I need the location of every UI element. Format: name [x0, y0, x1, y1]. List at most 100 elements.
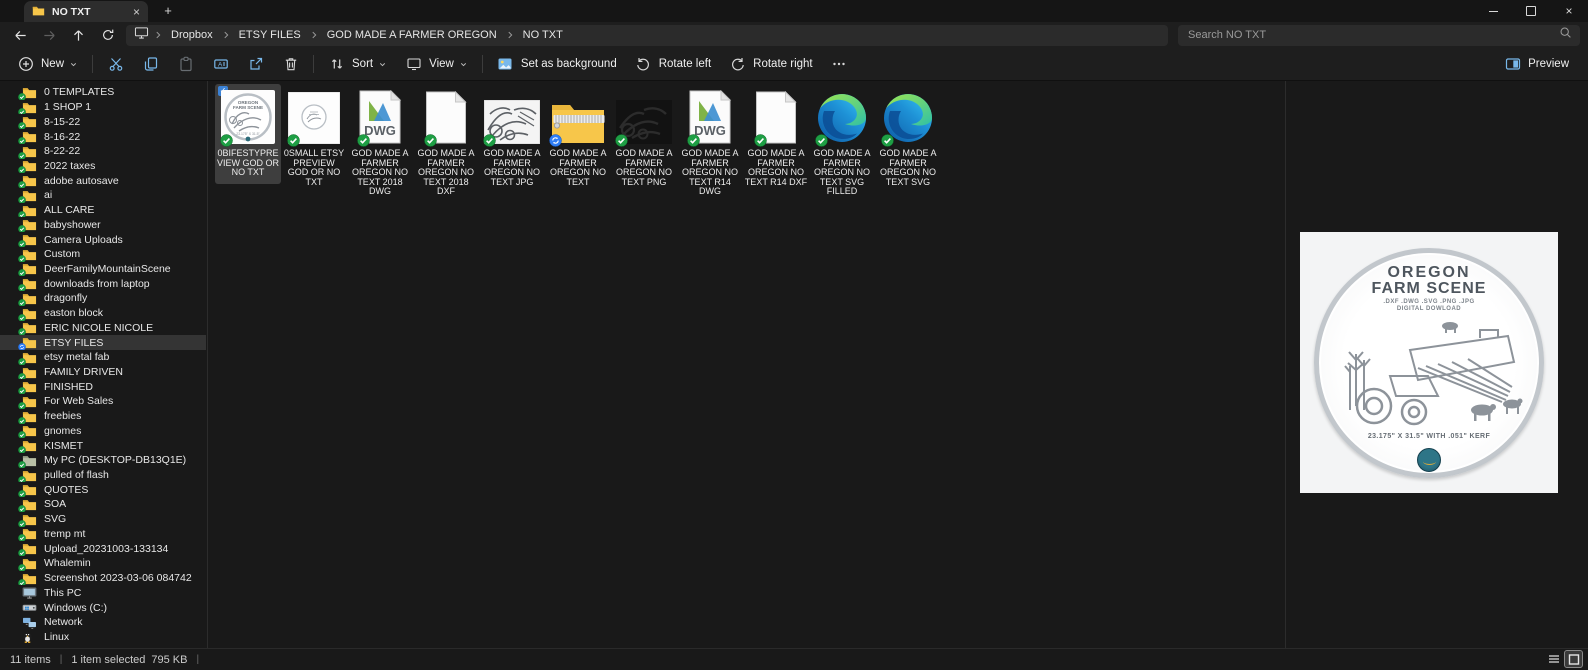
sidebar-item-babyshower[interactable]: babyshower [0, 217, 206, 233]
file-item-god-made-a-farmer-oregon-no-text-png[interactable]: GOD MADE A FARMER OREGON NO TEXT PNG [611, 84, 677, 193]
sidebar-item-etsy-metal-fab[interactable]: etsy metal fab [0, 350, 206, 365]
file-item-god-made-a-farmer-oregon-no-text-svg-filled[interactable]: GOD MADE A FARMER OREGON NO TEXT SVG FIL… [809, 84, 875, 203]
copy-button[interactable] [133, 51, 168, 77]
sidebar-item-ai[interactable]: ai [0, 188, 206, 203]
breadcrumb-segment-no-txt[interactable]: NO TXT [517, 28, 569, 42]
file-item-god-made-a-farmer-oregon-no-text-svg[interactable]: GOD MADE A FARMER OREGON NO TEXT SVG [875, 84, 941, 193]
sidebar-item-8-16-22[interactable]: 8-16-22 [0, 129, 206, 144]
file-item-god-made-a-farmer-oregon-no-text-2018-dwg[interactable]: DWG GOD MADE A FARMER OREGON NO TEXT 2018… [347, 84, 413, 203]
rename-button[interactable]: A [203, 51, 238, 77]
more-options-button[interactable] [822, 51, 857, 77]
sidebar-item-0-templates[interactable]: 0 TEMPLATES [0, 85, 206, 100]
preview-toggle-button[interactable]: Preview [1495, 51, 1578, 77]
sidebar-item-etsy-files[interactable]: ETSY FILES [0, 335, 206, 350]
sidebar-item-gnomes[interactable]: gnomes [0, 424, 206, 439]
file-item-god-made-a-farmer-oregon-no-text-2018-dxf[interactable]: GOD MADE A FARMER OREGON NO TEXT 2018 DX… [413, 84, 479, 203]
rotate-left-button[interactable]: Rotate left [626, 51, 720, 77]
sidebar-item-upload-20231003-133134[interactable]: Upload_20231003-133134 [0, 541, 206, 556]
breadcrumb-chevron-icon[interactable] [153, 30, 163, 40]
sidebar-item-family-driven[interactable]: FAMILY DRIVEN [0, 365, 206, 380]
sidebar-item-8-22-22[interactable]: 8-22-22 [0, 144, 206, 159]
cut-button[interactable] [98, 51, 133, 77]
new-button[interactable]: New [8, 51, 87, 77]
file-item-god-made-a-farmer-oregon-no-text-r14-dxf[interactable]: GOD MADE A FARMER OREGON NO TEXT R14 DXF [743, 84, 809, 193]
rotate-right-button[interactable]: Rotate right [720, 51, 821, 77]
sidebar-item-quotes[interactable]: QUOTES [0, 482, 206, 498]
sidebar-item-dragonfly[interactable]: dragonfly [0, 291, 206, 306]
up-button[interactable] [64, 24, 93, 46]
file-item-god-made-a-farmer-oregon-no-text[interactable]: GOD MADE A FARMER OREGON NO TEXT [545, 84, 611, 193]
maximize-button[interactable] [1512, 0, 1550, 22]
breadcrumb-chevron-icon[interactable] [221, 30, 231, 40]
sidebar-item-my-pc-desktop-db13q1e[interactable]: My PC (DESKTOP-DB13Q1E) [0, 453, 206, 468]
new-tab-button[interactable]: + [160, 3, 176, 19]
breadcrumb-segment-dropbox[interactable]: Dropbox [165, 28, 219, 42]
file-item-0small-etsy-preview-god-or-no-txt[interactable]: 0SMALL ETSY PREVIEW GOD OR NO TXT [281, 84, 347, 193]
view-button[interactable]: View [396, 51, 477, 77]
details-view-toggle[interactable] [1545, 651, 1562, 667]
synced-badge-icon [18, 313, 26, 321]
minimize-button[interactable] [1474, 0, 1512, 22]
sidebar-item-kismet[interactable]: KISMET [0, 438, 206, 453]
explorer-tab[interactable]: NO TXT × [24, 1, 148, 22]
file-item-god-made-a-farmer-oregon-no-text-r14-dwg[interactable]: DWG GOD MADE A FARMER OREGON NO TEXT R14 … [677, 84, 743, 203]
close-button[interactable]: × [1550, 0, 1588, 22]
file-item-god-made-a-farmer-oregon-no-text-jpg[interactable]: GOD MADE A FARMER OREGON NO TEXT JPG [479, 84, 545, 193]
sidebar-item-deerfamilymountainscene[interactable]: DeerFamilyMountainScene [0, 262, 206, 277]
sidebar-item-label: DeerFamilyMountainScene [44, 262, 171, 275]
synced-badge-icon [18, 93, 26, 100]
sidebar-item-pulled-of-flash[interactable]: pulled of flash [0, 468, 206, 483]
sidebar-item-network[interactable]: Network [0, 615, 206, 630]
sidebar-item-soa[interactable]: SOA [0, 497, 206, 512]
search-icon[interactable] [1559, 26, 1572, 44]
sidebar-item-tremp-mt[interactable]: tremp mt [0, 527, 206, 542]
sidebar-item-camera-uploads[interactable]: Camera Uploads [0, 232, 206, 247]
delete-button[interactable] [273, 51, 308, 77]
folder-icon [18, 483, 37, 498]
share-button[interactable] [238, 51, 273, 77]
large-thumbnails-view-toggle[interactable] [1564, 650, 1583, 668]
sidebar-item-for-web-sales[interactable]: For Web Sales [0, 394, 206, 409]
sidebar-item-freebies[interactable]: freebies [0, 409, 206, 424]
sidebar-item-adobe-autosave[interactable]: adobe autosave [0, 173, 206, 189]
sidebar-item-label: KISMET [44, 439, 84, 452]
synced-badge-icon [18, 475, 26, 483]
sidebar-item-whalemin[interactable]: Whalemin [0, 556, 206, 571]
breadcrumb-chevron-icon[interactable] [505, 30, 515, 40]
breadcrumb-chevron-icon[interactable] [309, 30, 319, 40]
forward-button[interactable] [35, 24, 64, 46]
sidebar-item-easton-block[interactable]: easton block [0, 306, 206, 321]
breadcrumb-segment-etsy-files[interactable]: ETSY FILES [233, 28, 307, 42]
tab-close-icon[interactable]: × [133, 6, 140, 18]
sidebar-item-custom[interactable]: Custom [0, 247, 206, 262]
breadcrumb[interactable]: Dropbox ETSY FILES GOD MADE A FARMER OREGO… [126, 24, 1168, 46]
view-icon [405, 56, 422, 73]
search-box[interactable] [1178, 24, 1580, 46]
folder-icon [18, 174, 37, 189]
sidebar-item-svg[interactable]: SVG [0, 512, 206, 527]
sidebar-item-8-15-22[interactable]: 8-15-22 [0, 114, 206, 130]
sidebar-item-label: Camera Uploads [44, 233, 123, 246]
sidebar-item-this-pc[interactable]: This PC [0, 585, 206, 600]
sidebar-item-eric-nicole-nicole[interactable]: ERIC NICOLE NICOLE [0, 321, 206, 336]
sidebar-item-screenshot-2023-03-06-084742[interactable]: Screenshot 2023-03-06 084742 [0, 571, 206, 586]
search-input[interactable] [1186, 28, 1559, 42]
synced-badge-icon [18, 519, 26, 527]
paste-button[interactable] [168, 51, 203, 77]
breadcrumb-segment-god-made-a-farmer-oregon[interactable]: GOD MADE A FARMER OREGON [321, 28, 503, 42]
folder-icon [18, 321, 37, 336]
sort-button[interactable]: Sort [319, 51, 396, 77]
sidebar-item-all-care[interactable]: ALL CARE [0, 203, 206, 218]
sidebar-item-downloads-from-laptop[interactable]: downloads from laptop [0, 276, 206, 292]
sidebar-item-1-shop-1[interactable]: 1 SHOP 1 [0, 100, 206, 115]
set-as-background-button[interactable]: Set as background [488, 51, 626, 77]
sidebar-item-windows-c[interactable]: Windows (C:) [0, 600, 206, 615]
file-item-0bifestypreview-god-or-no-txt[interactable]: ✓OREGONFARM SCENE23.175" X 31.5"0BIFESTY… [215, 84, 281, 184]
pane-divider[interactable] [207, 81, 208, 648]
sidebar-item-label: 1 SHOP 1 [44, 101, 92, 114]
back-button[interactable] [6, 24, 35, 46]
sidebar-item-2022-taxes[interactable]: 2022 taxes [0, 159, 206, 174]
refresh-button[interactable] [93, 24, 122, 46]
sidebar-item-finished[interactable]: FINISHED [0, 379, 206, 395]
sidebar-item-linux[interactable]: Linux [0, 630, 206, 645]
